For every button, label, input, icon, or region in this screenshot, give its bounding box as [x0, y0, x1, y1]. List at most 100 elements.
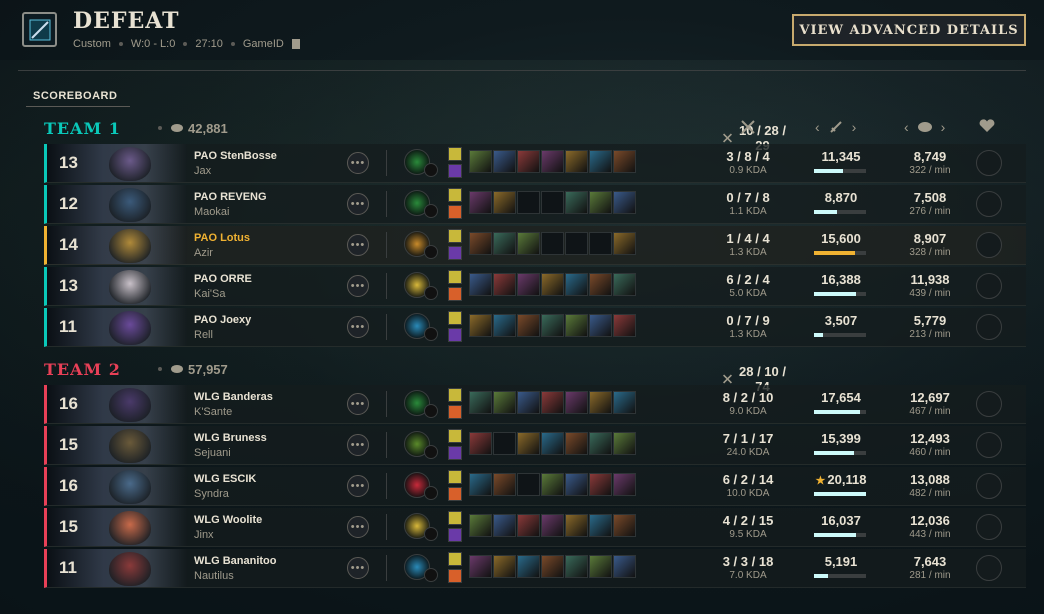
item-slot[interactable]	[565, 514, 588, 537]
player-row[interactable]: 13 PAO StenBosse Jax ••• 3 / 8 / 4 0.9 KDA 11,…	[44, 144, 1026, 183]
champion-portrait[interactable]: 12	[47, 185, 187, 223]
chevron-left-icon[interactable]: ‹	[815, 119, 820, 135]
more-options-button[interactable]: •••	[347, 234, 369, 256]
player-row[interactable]: 14 PAO Lotus Azir ••• 1 / 4 / 4 1.3 KDA 15,600…	[44, 226, 1026, 265]
item-slot[interactable]	[541, 232, 564, 255]
item-slot[interactable]	[541, 391, 564, 414]
item-slot[interactable]	[613, 191, 636, 214]
secondary-rune-icon[interactable]	[424, 204, 438, 218]
more-options-button[interactable]: •••	[347, 475, 369, 497]
champion-portrait[interactable]: 15	[47, 508, 187, 546]
player-row[interactable]: 16 WLG ESCIK Syndra ••• 6 / 2 / 14 10.0 KDA ★ 2…	[44, 467, 1026, 506]
summoner-spell-icon[interactable]	[448, 287, 462, 301]
summoner-name[interactable]: WLG Bananitoo	[194, 555, 277, 567]
more-options-button[interactable]: •••	[347, 152, 369, 174]
secondary-rune-icon[interactable]	[424, 486, 438, 500]
champion-portrait[interactable]: 11	[47, 308, 187, 346]
item-slot[interactable]	[493, 314, 516, 337]
item-slot[interactable]	[493, 273, 516, 296]
item-slot[interactable]	[589, 273, 612, 296]
item-slot[interactable]	[613, 273, 636, 296]
summoner-name[interactable]: PAO ORRE	[194, 273, 252, 285]
honor-button[interactable]	[976, 150, 1002, 176]
more-options-button[interactable]: •••	[347, 434, 369, 456]
summoner-spell-icon[interactable]	[448, 487, 462, 501]
summoner-name[interactable]: WLG Bruness	[194, 432, 267, 444]
item-slot[interactable]	[517, 555, 540, 578]
player-row[interactable]: 11 WLG Bananitoo Nautilus ••• 3 / 3 / 18 7.0 …	[44, 549, 1026, 588]
item-slot[interactable]	[469, 555, 492, 578]
summoner-spell-icon[interactable]	[448, 328, 462, 342]
item-slot[interactable]	[493, 473, 516, 496]
item-slot[interactable]	[517, 273, 540, 296]
item-slot[interactable]	[493, 514, 516, 537]
item-slot[interactable]	[541, 273, 564, 296]
summoner-spell-icon[interactable]	[448, 528, 462, 542]
item-slot[interactable]	[541, 514, 564, 537]
item-slot[interactable]	[589, 391, 612, 414]
item-slot[interactable]	[493, 150, 516, 173]
item-slot[interactable]	[589, 514, 612, 537]
chevron-right-icon[interactable]: ›	[941, 119, 946, 135]
champion-portrait[interactable]: 13	[47, 144, 187, 182]
summoner-spell-flash-icon[interactable]	[448, 511, 462, 525]
secondary-rune-icon[interactable]	[424, 404, 438, 418]
item-slot[interactable]	[517, 314, 540, 337]
secondary-rune-icon[interactable]	[424, 327, 438, 341]
summoner-spell-icon[interactable]	[448, 246, 462, 260]
player-row[interactable]: 15 WLG Bruness Sejuani ••• 7 / 1 / 17 24.0 KD…	[44, 426, 1026, 465]
item-slot[interactable]	[541, 432, 564, 455]
item-slot[interactable]	[589, 191, 612, 214]
item-slot[interactable]	[613, 432, 636, 455]
secondary-rune-icon[interactable]	[424, 245, 438, 259]
more-options-button[interactable]: •••	[347, 275, 369, 297]
item-slot[interactable]	[589, 150, 612, 173]
item-slot[interactable]	[613, 391, 636, 414]
summoner-spell-flash-icon[interactable]	[448, 470, 462, 484]
summoner-spell-flash-icon[interactable]	[448, 188, 462, 202]
item-slot[interactable]	[565, 314, 588, 337]
honor-button[interactable]	[976, 232, 1002, 258]
item-slot[interactable]	[517, 391, 540, 414]
item-slot[interactable]	[469, 432, 492, 455]
summoner-spell-icon[interactable]	[448, 164, 462, 178]
item-slot[interactable]	[541, 191, 564, 214]
item-slot[interactable]	[565, 273, 588, 296]
more-options-button[interactable]: •••	[347, 393, 369, 415]
item-slot[interactable]	[541, 555, 564, 578]
more-options-button[interactable]: •••	[347, 516, 369, 538]
copy-icon[interactable]	[291, 39, 300, 49]
summoner-spell-flash-icon[interactable]	[448, 311, 462, 325]
chevron-right-icon[interactable]: ›	[852, 119, 857, 135]
item-slot[interactable]	[469, 473, 492, 496]
more-options-button[interactable]: •••	[347, 557, 369, 579]
item-slot[interactable]	[565, 555, 588, 578]
item-slot[interactable]	[469, 314, 492, 337]
item-slot[interactable]	[565, 432, 588, 455]
summoner-spell-icon[interactable]	[448, 569, 462, 583]
item-slot[interactable]	[589, 432, 612, 455]
summoner-spell-icon[interactable]	[448, 205, 462, 219]
item-slot[interactable]	[493, 391, 516, 414]
item-slot[interactable]	[565, 191, 588, 214]
champion-portrait[interactable]: 16	[47, 467, 187, 505]
item-slot[interactable]	[565, 150, 588, 173]
item-slot[interactable]	[541, 314, 564, 337]
item-slot[interactable]	[613, 473, 636, 496]
summoner-name[interactable]: PAO StenBosse	[194, 150, 277, 162]
summoner-spell-icon[interactable]	[448, 405, 462, 419]
item-slot[interactable]	[493, 232, 516, 255]
champion-portrait[interactable]: 14	[47, 226, 187, 264]
item-slot[interactable]	[469, 273, 492, 296]
champion-portrait[interactable]: 15	[47, 426, 187, 464]
item-slot[interactable]	[493, 555, 516, 578]
summoner-name[interactable]: WLG ESCIK	[194, 473, 256, 485]
item-slot[interactable]	[517, 514, 540, 537]
secondary-rune-icon[interactable]	[424, 527, 438, 541]
item-slot[interactable]	[517, 191, 540, 214]
player-row[interactable]: 13 PAO ORRE Kai'Sa ••• 6 / 2 / 4 5.0 KDA 16,38…	[44, 267, 1026, 306]
item-slot[interactable]	[493, 191, 516, 214]
item-slot[interactable]	[565, 473, 588, 496]
champion-portrait[interactable]: 16	[47, 385, 187, 423]
secondary-rune-icon[interactable]	[424, 286, 438, 300]
